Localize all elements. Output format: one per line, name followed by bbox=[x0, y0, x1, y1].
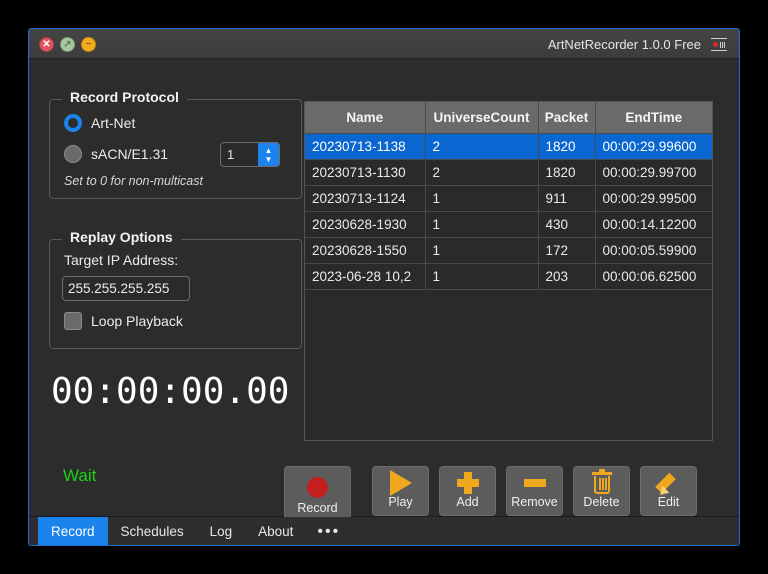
cell-packet: 1820 bbox=[538, 159, 596, 186]
cell-endtime: 00:00:05.59900 bbox=[595, 237, 712, 264]
edit-button[interactable]: Edit bbox=[640, 466, 697, 516]
table-row[interactable]: 20230713-1138 2 1820 00:00:29.99600 bbox=[305, 133, 712, 160]
action-toolbar: Record Play Add Remove Delete Edit bbox=[284, 466, 697, 524]
tab-log[interactable]: Log bbox=[197, 517, 246, 545]
cell-universecount: 1 bbox=[425, 237, 539, 264]
cell-endtime: 00:00:29.99500 bbox=[595, 185, 712, 212]
table-row[interactable]: 20230628-1930 1 430 00:00:14.12200 bbox=[305, 211, 712, 238]
tab-record[interactable]: Record bbox=[38, 517, 108, 545]
record-button[interactable]: Record bbox=[284, 466, 351, 524]
record-button-label: Record bbox=[297, 501, 338, 515]
cell-packet: 203 bbox=[538, 263, 596, 290]
universe-spinner[interactable]: 1 ▲ ▼ bbox=[220, 142, 280, 167]
record-dot-icon bbox=[307, 472, 328, 502]
cell-packet: 1820 bbox=[538, 133, 596, 160]
radio-sacn-label: sACN/E1.31 bbox=[91, 146, 169, 162]
cell-universecount: 2 bbox=[425, 159, 539, 186]
status-text: Wait bbox=[63, 466, 97, 485]
column-header-universecount[interactable]: UniverseCount bbox=[425, 102, 539, 134]
loop-playback-checkbox[interactable]: Loop Playback bbox=[64, 312, 183, 330]
table-row[interactable]: 2023-06-28 10,2 1 203 00:00:06.62500 bbox=[305, 263, 712, 290]
loop-playback-indicator[interactable] bbox=[64, 312, 82, 330]
title-bar: ✕ ↗ − ArtNetRecorder 1.0.0 Free bbox=[29, 29, 739, 59]
app-window: ✕ ↗ − ArtNetRecorder 1.0.0 Free Record P… bbox=[28, 28, 740, 546]
cell-name: 20230628-1550 bbox=[305, 237, 426, 264]
column-header-name[interactable]: Name bbox=[305, 102, 426, 134]
remove-button[interactable]: Remove bbox=[506, 466, 563, 516]
app-icon bbox=[711, 38, 727, 51]
tab-overflow-menu[interactable]: ••• bbox=[306, 517, 351, 545]
cell-endtime: 00:00:06.62500 bbox=[595, 263, 712, 290]
plus-icon bbox=[456, 470, 479, 496]
tab-about[interactable]: About bbox=[245, 517, 306, 545]
target-ip-value: 255.255.255.255 bbox=[68, 281, 170, 296]
edit-button-label: Edit bbox=[657, 495, 680, 509]
minus-icon bbox=[523, 470, 546, 496]
spinner-up-icon[interactable]: ▲ bbox=[265, 146, 273, 155]
cell-packet: 430 bbox=[538, 211, 596, 238]
delete-button[interactable]: Delete bbox=[573, 466, 630, 516]
add-button-label: Add bbox=[456, 495, 479, 509]
cell-packet: 172 bbox=[538, 237, 596, 264]
target-ip-input[interactable]: 255.255.255.255 bbox=[62, 276, 190, 301]
play-button-label: Play bbox=[388, 495, 413, 509]
main-content: Record Protocol Art-Net sACN/E1.31 1 ▲ ▼… bbox=[29, 59, 739, 541]
cell-universecount: 1 bbox=[425, 263, 539, 290]
cell-endtime: 00:00:14.12200 bbox=[595, 211, 712, 238]
signal-bars-icon bbox=[720, 41, 725, 48]
column-header-packet[interactable]: Packet bbox=[538, 102, 596, 134]
cell-name: 20230713-1124 bbox=[305, 185, 426, 212]
table-row[interactable]: 20230628-1550 1 172 00:00:05.59900 bbox=[305, 237, 712, 264]
cell-endtime: 00:00:29.99600 bbox=[595, 133, 712, 160]
multicast-hint: Set to 0 for non-multicast bbox=[64, 174, 203, 188]
target-ip-label: Target IP Address: bbox=[64, 252, 179, 268]
cell-packet: 911 bbox=[538, 185, 596, 212]
play-button[interactable]: Play bbox=[372, 466, 429, 516]
loop-playback-label: Loop Playback bbox=[91, 313, 183, 329]
record-dot-icon bbox=[713, 42, 718, 47]
record-protocol-title: Record Protocol bbox=[62, 87, 187, 107]
cell-name: 20230628-1930 bbox=[305, 211, 426, 238]
table-row[interactable]: 20230713-1124 1 911 00:00:29.99500 bbox=[305, 185, 712, 212]
cell-endtime: 00:00:29.99700 bbox=[595, 159, 712, 186]
spinner-down-icon[interactable]: ▼ bbox=[265, 155, 273, 164]
universe-spinner-value[interactable]: 1 bbox=[221, 147, 258, 162]
cell-universecount: 1 bbox=[425, 185, 539, 212]
cell-universecount: 1 bbox=[425, 211, 539, 238]
maximize-window-button[interactable]: ↗ bbox=[60, 37, 75, 52]
window-title: ArtNetRecorder 1.0.0 Free bbox=[547, 36, 701, 52]
tab-bar: Record Schedules Log About ••• bbox=[29, 517, 739, 545]
tab-schedules[interactable]: Schedules bbox=[108, 517, 197, 545]
radio-sacn[interactable]: sACN/E1.31 bbox=[64, 145, 168, 163]
radio-artnet[interactable]: Art-Net bbox=[64, 114, 135, 132]
timecode-display: 00:00:00.00 bbox=[51, 371, 290, 412]
delete-button-label: Delete bbox=[583, 495, 620, 509]
radio-sacn-indicator[interactable] bbox=[64, 145, 82, 163]
spinner-arrows[interactable]: ▲ ▼ bbox=[258, 143, 279, 166]
replay-options-group: Replay Options Target IP Address: 255.25… bbox=[49, 227, 302, 349]
radio-artnet-label: Art-Net bbox=[91, 115, 136, 131]
record-protocol-group: Record Protocol Art-Net sACN/E1.31 1 ▲ ▼… bbox=[49, 87, 302, 199]
cell-name: 20230713-1138 bbox=[305, 133, 426, 160]
replay-options-title: Replay Options bbox=[62, 227, 181, 247]
close-window-button[interactable]: ✕ bbox=[39, 37, 54, 52]
table-row[interactable]: 20230713-1130 2 1820 00:00:29.99700 bbox=[305, 159, 712, 186]
pencil-icon bbox=[654, 470, 681, 499]
remove-button-label: Remove bbox=[511, 495, 558, 509]
recordings-table[interactable]: Name UniverseCount Packet EndTime 202307… bbox=[304, 101, 713, 441]
add-button[interactable]: Add bbox=[439, 466, 496, 516]
cell-name: 20230713-1130 bbox=[305, 159, 426, 186]
minimize-window-button[interactable]: − bbox=[81, 37, 96, 52]
table-header-row: Name UniverseCount Packet EndTime bbox=[305, 102, 712, 134]
column-header-endtime[interactable]: EndTime bbox=[595, 102, 712, 134]
radio-artnet-indicator[interactable] bbox=[64, 114, 82, 132]
play-triangle-icon bbox=[389, 470, 412, 496]
cell-name: 2023-06-28 10,2 bbox=[305, 263, 426, 290]
cell-universecount: 2 bbox=[425, 133, 539, 160]
trash-icon bbox=[591, 469, 612, 496]
